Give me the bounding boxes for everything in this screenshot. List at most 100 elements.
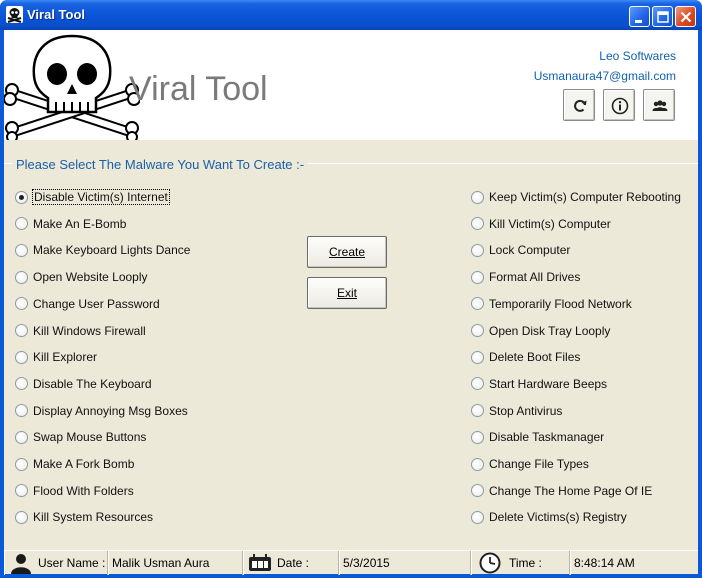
- user-label: User Name :: [38, 556, 106, 570]
- malware-option[interactable]: Temporarily Flood Network: [471, 296, 632, 312]
- malware-option[interactable]: Make A Fork Bomb: [15, 456, 134, 472]
- create-button[interactable]: Create: [307, 236, 387, 268]
- radio-button[interactable]: [471, 510, 484, 524]
- radio-button[interactable]: [471, 190, 484, 204]
- radio-button[interactable]: [471, 217, 484, 231]
- radio-button[interactable]: [471, 324, 484, 337]
- radio-button[interactable]: [15, 297, 28, 311]
- calendar-icon: [249, 554, 271, 571]
- status-bar: User Name : Malik Usman Aura Date : 5/3/…: [4, 550, 698, 575]
- minimize-icon: [635, 20, 642, 23]
- option-label: Kill Victim(s) Computer: [489, 216, 611, 231]
- title-bar[interactable]: Viral Tool: [0, 0, 702, 30]
- radio-button[interactable]: [471, 404, 484, 418]
- malware-option[interactable]: Delete Boot Files: [471, 349, 580, 365]
- malware-option[interactable]: Change The Home Page Of IE: [471, 483, 652, 499]
- user-value-panel: Malik Usman Aura: [108, 551, 243, 575]
- skull-crossbones-logo: [4, 34, 140, 140]
- users-button[interactable]: [643, 89, 675, 121]
- malware-option[interactable]: Make An E-Bomb: [15, 216, 126, 232]
- malware-option[interactable]: Delete Victims(s) Registry: [471, 509, 627, 525]
- option-label: Delete Victims(s) Registry: [489, 510, 627, 525]
- malware-option[interactable]: Kill Windows Firewall: [15, 323, 146, 339]
- user-panel: User Name :: [4, 551, 108, 575]
- clock-icon: [479, 552, 501, 574]
- malware-option[interactable]: Keep Victim(s) Computer Rebooting: [471, 189, 681, 205]
- author-email: Usmanaura47@gmail.com: [533, 69, 676, 83]
- option-label: Kill System Resources: [33, 510, 154, 525]
- refresh-button[interactable]: [563, 89, 595, 121]
- malware-option[interactable]: Kill Victim(s) Computer: [471, 216, 611, 232]
- radio-button[interactable]: [15, 457, 28, 471]
- malware-option[interactable]: Format All Drives: [471, 269, 580, 285]
- option-label: Make An E-Bomb: [33, 216, 127, 231]
- app-window: Viral Tool Viral Tool Leo Softwares Usma…: [0, 0, 702, 578]
- malware-option[interactable]: Disable Victim(s) Internet: [15, 189, 170, 205]
- option-label: Keep Victim(s) Computer Rebooting: [489, 190, 681, 204]
- option-label: Disable Victim(s) Internet: [32, 189, 170, 205]
- group-label: Please Select The Malware You Want To Cr…: [12, 157, 309, 172]
- maximize-button[interactable]: [652, 6, 673, 27]
- date-value: 5/3/2015: [343, 556, 390, 570]
- malware-option[interactable]: Open Website Looply: [15, 269, 148, 285]
- time-value: 8:48:14 AM: [574, 556, 635, 570]
- minimize-button[interactable]: [629, 6, 650, 27]
- radio-button[interactable]: [471, 243, 484, 257]
- malware-option[interactable]: Kill System Resources: [15, 509, 153, 525]
- radio-button[interactable]: [471, 350, 484, 364]
- option-label: Change User Password: [33, 296, 160, 311]
- radio-button[interactable]: [15, 404, 28, 418]
- malware-option[interactable]: Change File Types: [471, 456, 589, 472]
- radio-button[interactable]: [15, 430, 28, 444]
- time-value-panel: 8:48:14 AM: [570, 551, 698, 575]
- option-label: Change File Types: [489, 457, 589, 471]
- option-label: Disable The Keyboard: [33, 376, 152, 391]
- skull-icon: [6, 6, 23, 23]
- user-value: Malik Usman Aura: [112, 556, 210, 570]
- radio-button[interactable]: [15, 510, 28, 524]
- radio-button[interactable]: [471, 297, 484, 311]
- radio-button[interactable]: [15, 324, 28, 337]
- radio-button[interactable]: [15, 190, 28, 204]
- option-label: Lock Computer: [489, 243, 571, 258]
- refresh-icon: [574, 99, 587, 112]
- malware-option[interactable]: Stop Antivirus: [471, 403, 562, 419]
- info-button[interactable]: [603, 89, 635, 121]
- malware-option[interactable]: Make Keyboard Lights Dance: [15, 242, 190, 258]
- malware-option[interactable]: Display Annoying Msg Boxes: [15, 403, 188, 419]
- radio-button[interactable]: [15, 243, 28, 257]
- option-label: Swap Mouse Buttons: [33, 430, 147, 445]
- malware-option[interactable]: Disable Taskmanager: [471, 429, 604, 445]
- option-label: Start Hardware Beeps: [489, 376, 608, 391]
- option-label: Disable Taskmanager: [489, 430, 605, 445]
- radio-button[interactable]: [471, 430, 484, 444]
- radio-button[interactable]: [471, 377, 484, 391]
- option-label: Delete Boot Files: [489, 350, 581, 365]
- malware-option[interactable]: Lock Computer: [471, 242, 570, 258]
- close-button[interactable]: [675, 6, 696, 27]
- exit-button[interactable]: Exit: [307, 277, 387, 309]
- radio-button[interactable]: [15, 377, 28, 391]
- radio-button[interactable]: [471, 484, 484, 498]
- radio-button[interactable]: [471, 457, 484, 471]
- radio-button[interactable]: [15, 270, 28, 284]
- option-label: Flood With Folders: [33, 483, 134, 498]
- malware-option[interactable]: Open Disk Tray Looply: [471, 323, 610, 339]
- app-title: Viral Tool: [129, 70, 268, 108]
- radio-button[interactable]: [15, 350, 28, 364]
- malware-option[interactable]: Kill Explorer: [15, 349, 97, 365]
- date-label: Date :: [277, 556, 310, 570]
- radio-button[interactable]: [15, 217, 28, 231]
- option-label: Kill Windows Firewall: [33, 323, 146, 338]
- malware-option[interactable]: Swap Mouse Buttons: [15, 429, 146, 445]
- time-label: Time :: [509, 556, 542, 570]
- user-icon: [11, 554, 31, 574]
- malware-option[interactable]: Change User Password: [15, 296, 160, 312]
- option-label: Temporarily Flood Network: [489, 296, 632, 311]
- radio-button[interactable]: [15, 484, 28, 498]
- malware-option[interactable]: Start Hardware Beeps: [471, 376, 607, 392]
- malware-option[interactable]: Flood With Folders: [15, 483, 134, 499]
- malware-option[interactable]: Disable The Keyboard: [15, 376, 152, 392]
- option-label: Make Keyboard Lights Dance: [33, 243, 191, 258]
- radio-button[interactable]: [471, 270, 484, 284]
